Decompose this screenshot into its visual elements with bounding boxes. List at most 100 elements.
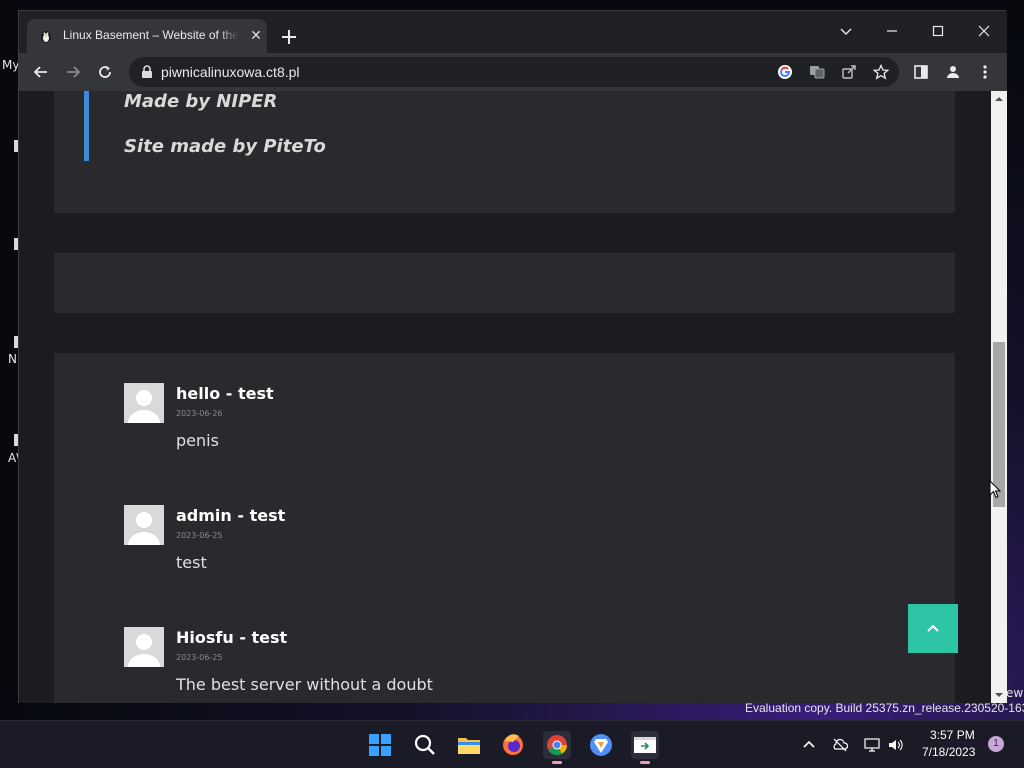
- clock-time[interactable]: 3:57 PM: [930, 728, 975, 742]
- title-bar: Linux Basement – Website of the ✕: [19, 11, 1007, 53]
- active-indicator: [640, 761, 650, 764]
- scroll-to-top-button[interactable]: [908, 604, 958, 653]
- profile-icon: [947, 66, 959, 78]
- comment-separator: -: [220, 384, 238, 403]
- comment-text: test: [176, 553, 207, 572]
- tux-penguin-icon: [41, 31, 51, 43]
- menu-button[interactable]: [973, 60, 997, 84]
- brave-button[interactable]: [587, 731, 615, 759]
- avatar: [124, 627, 164, 667]
- credit-line: Made by NIPER: [124, 91, 278, 112]
- tab-close-icon[interactable]: ✕: [247, 27, 265, 45]
- mouse-cursor-icon: [989, 480, 1001, 499]
- chevron-up-icon: [927, 624, 939, 632]
- reload-icon: [99, 66, 111, 78]
- comment-date: 2023-06-26: [176, 409, 223, 418]
- notification-badge[interactable]: 1: [988, 736, 1004, 752]
- browser-toolbar: piwnicalinuxowa.ct8.pl: [19, 53, 1007, 91]
- comments-panel: hello - test 2023-06-26 penis admin - te…: [54, 353, 955, 703]
- comment-author[interactable]: Hiosfu: [176, 628, 234, 647]
- comment-text: penis: [176, 431, 219, 450]
- chrome-icon: [547, 735, 568, 756]
- browser-window: Linux Basement – Website of the ✕ piwnic…: [18, 10, 1007, 703]
- start-icon: [369, 734, 391, 756]
- minimize-icon: [887, 30, 897, 32]
- tab-title: Linux Basement – Website of the: [63, 28, 239, 44]
- chrome-button[interactable]: [543, 731, 571, 764]
- profile-button[interactable]: [941, 60, 965, 84]
- comment-item: hello - test 2023-06-26 penis: [124, 383, 824, 493]
- maximize-button[interactable]: [915, 16, 961, 46]
- close-icon: [978, 25, 990, 37]
- credits-panel: Made by NIPER Site made by PiteTo: [54, 91, 955, 213]
- scroll-down-arrow-icon[interactable]: [995, 691, 1003, 699]
- url-text[interactable]: piwnicalinuxowa.ct8.pl: [161, 64, 300, 80]
- start-button[interactable]: [366, 731, 394, 759]
- page-viewport: Made by NIPER Site made by PiteTo hello …: [19, 91, 991, 703]
- comment-heading: Hiosfu - test: [176, 628, 287, 647]
- search-button[interactable]: [411, 731, 439, 759]
- taskbar: [0, 720, 1024, 768]
- back-button[interactable]: [29, 60, 53, 84]
- comment-separator: -: [231, 506, 250, 525]
- file-explorer-icon: [458, 738, 480, 754]
- chevron-down-icon: [840, 28, 852, 35]
- active-indicator: [552, 761, 562, 764]
- clock-date[interactable]: 7/18/2023: [922, 745, 975, 759]
- empty-panel: [54, 253, 955, 313]
- translate-icon[interactable]: [809, 64, 825, 80]
- desktop-icon-label[interactable]: N: [8, 352, 17, 366]
- file-explorer-button[interactable]: [455, 731, 483, 759]
- comment-heading: admin - test: [176, 506, 285, 525]
- desktop-icon-label[interactable]: My: [2, 58, 19, 72]
- network-icon[interactable]: [864, 737, 880, 753]
- bookmark-star-icon[interactable]: [873, 64, 889, 80]
- onedrive-offline-icon[interactable]: [832, 737, 848, 753]
- avatar: [124, 505, 164, 545]
- user-avatar-icon: [128, 390, 160, 423]
- comment-item: admin - test 2023-06-25 test: [124, 505, 824, 615]
- comment-heading: hello - test: [176, 384, 274, 403]
- comment-post-link[interactable]: test: [250, 506, 286, 525]
- share-icon[interactable]: [841, 64, 857, 80]
- credit-line: Site made by PiteTo: [124, 136, 326, 157]
- google-icon[interactable]: [777, 64, 793, 80]
- close-window-button[interactable]: [961, 16, 1007, 46]
- quote-accent-bar: [84, 91, 89, 161]
- browser-tab[interactable]: Linux Basement – Website of the ✕: [27, 19, 267, 53]
- tab-search-button[interactable]: [823, 16, 869, 46]
- comment-date: 2023-06-25: [176, 531, 223, 540]
- reload-button[interactable]: [93, 60, 117, 84]
- comment-date: 2023-06-25: [176, 653, 223, 662]
- maximize-icon: [932, 25, 944, 37]
- scroll-up-arrow-icon[interactable]: [995, 95, 1003, 103]
- volume-icon[interactable]: [887, 737, 903, 753]
- new-tab-icon[interactable]: [277, 25, 301, 49]
- address-bar[interactable]: piwnicalinuxowa.ct8.pl: [129, 57, 899, 87]
- comment-text: The best server without a doubt: [176, 675, 433, 694]
- comment-author[interactable]: admin: [176, 506, 232, 525]
- search-icon: [414, 734, 435, 755]
- chevron-up-icon[interactable]: [801, 737, 817, 753]
- forward-arrow-icon: [67, 66, 81, 78]
- minimize-button[interactable]: [869, 16, 915, 46]
- side-panel-button[interactable]: [909, 60, 933, 84]
- comment-post-link[interactable]: test: [238, 384, 274, 403]
- avatar: [124, 383, 164, 423]
- side-panel-icon: [914, 65, 928, 79]
- terminal-icon: [634, 737, 656, 753]
- page-scrollbar[interactable]: [991, 91, 1007, 703]
- comment-author[interactable]: hello: [176, 384, 220, 403]
- forward-button[interactable]: [61, 60, 85, 84]
- user-avatar-icon: [128, 634, 160, 667]
- desktop-edge-text: ew: [1006, 686, 1024, 700]
- firefox-icon: [503, 734, 523, 755]
- terminal-button[interactable]: [631, 731, 659, 764]
- comment-item: Hiosfu - test 2023-06-25 The best server…: [124, 627, 824, 703]
- lock-icon[interactable]: [141, 65, 153, 79]
- comment-separator: -: [233, 628, 252, 647]
- firefox-button[interactable]: [499, 731, 527, 759]
- kebab-menu-icon: [983, 65, 987, 79]
- brave-icon: [590, 734, 612, 756]
- comment-post-link[interactable]: test: [252, 628, 288, 647]
